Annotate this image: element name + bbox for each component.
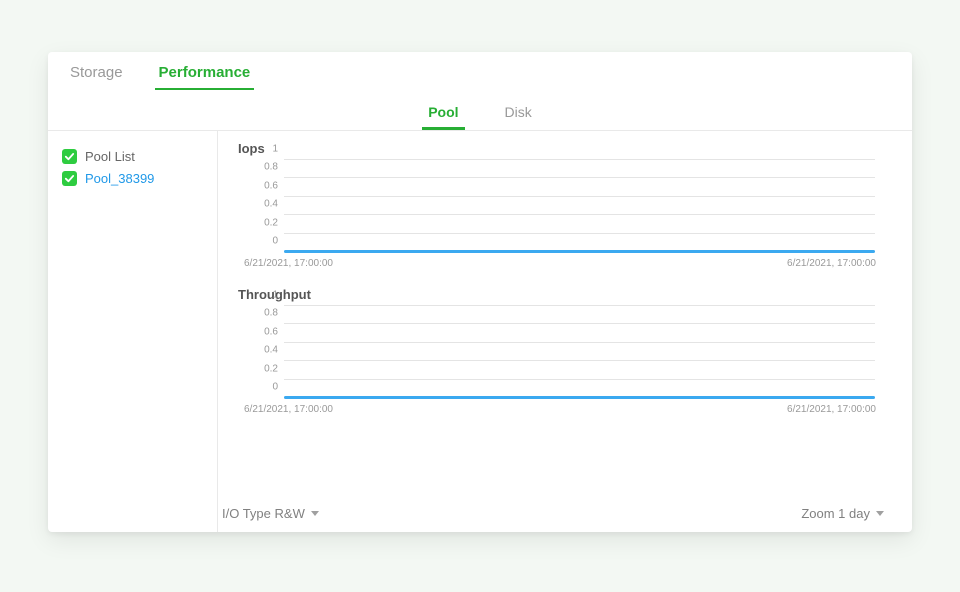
chart-grid: 0 0.2 0.4 0.6 0.8 1: [284, 306, 876, 398]
xaxis-end: 6/21/2021, 17:00:00: [787, 258, 876, 269]
subtab-label: Disk: [505, 104, 532, 120]
xaxis-start: 6/21/2021, 17:00:00: [244, 404, 333, 415]
ytick: 0.8: [254, 162, 278, 173]
content: Iops 0 0.2 0.4 0.6 0.8 1: [218, 131, 912, 532]
subtab-pool[interactable]: Pool: [422, 96, 464, 130]
ytick: 1: [254, 290, 278, 301]
sidebar-item-pool-list[interactable]: Pool List: [62, 145, 207, 167]
iotype-dropdown[interactable]: I/O Type R&W: [222, 506, 319, 521]
chart-plot: 0 0.2 0.4 0.6 0.8 1: [284, 160, 876, 252]
checkbox-icon[interactable]: [62, 171, 77, 186]
ytick: 0.8: [254, 308, 278, 319]
chevron-down-icon: [876, 511, 884, 516]
app-card: Storage Performance Pool Disk Pool List: [48, 52, 912, 532]
chart-grid: 0 0.2 0.4 0.6 0.8 1: [284, 160, 876, 252]
subtab-disk[interactable]: Disk: [499, 96, 538, 130]
body: Pool List Pool_38399 Iops: [48, 131, 912, 532]
tab-label: Storage: [70, 64, 123, 81]
chart-title: Throughput: [238, 287, 892, 302]
ytick: 1: [254, 144, 278, 155]
chart-iops: Iops 0 0.2 0.4 0.6 0.8 1: [238, 141, 892, 269]
chart-throughput: Throughput 0 0.2 0.4 0.6 0.8 1: [238, 287, 892, 415]
ytick: 0.6: [254, 326, 278, 337]
sub-tabs: Pool Disk: [48, 90, 912, 131]
dropdown-label: Zoom 1 day: [801, 506, 870, 521]
chart-xaxis: 6/21/2021, 17:00:00 6/21/2021, 17:00:00: [244, 404, 876, 415]
chart-series-line: [284, 250, 875, 253]
sidebar-item-label: Pool_38399: [85, 171, 154, 186]
sidebar: Pool List Pool_38399: [48, 131, 218, 532]
ytick: 0: [254, 382, 278, 393]
ytick: 0.4: [254, 199, 278, 210]
ytick: 0.4: [254, 345, 278, 356]
subtab-label: Pool: [428, 104, 458, 120]
chart-series-line: [284, 396, 875, 399]
xaxis-start: 6/21/2021, 17:00:00: [244, 258, 333, 269]
tab-performance[interactable]: Performance: [155, 56, 255, 90]
tab-storage[interactable]: Storage: [66, 56, 127, 90]
chart-xaxis: 6/21/2021, 17:00:00 6/21/2021, 17:00:00: [244, 258, 876, 269]
chart-plot: 0 0.2 0.4 0.6 0.8 1: [284, 306, 876, 398]
chevron-down-icon: [311, 511, 319, 516]
sidebar-item-pool-38399[interactable]: Pool_38399: [62, 167, 207, 189]
sidebar-item-label: Pool List: [85, 149, 135, 164]
ytick: 0.2: [254, 363, 278, 374]
content-footer: I/O Type R&W Zoom 1 day: [218, 506, 912, 521]
ytick: 0.2: [254, 217, 278, 228]
zoom-dropdown[interactable]: Zoom 1 day: [801, 506, 884, 521]
chart-title: Iops: [238, 141, 892, 156]
dropdown-label: I/O Type R&W: [222, 506, 305, 521]
xaxis-end: 6/21/2021, 17:00:00: [787, 404, 876, 415]
ytick: 0: [254, 236, 278, 247]
ytick: 0.6: [254, 180, 278, 191]
checkbox-icon[interactable]: [62, 149, 77, 164]
main-tabs: Storage Performance: [48, 52, 912, 90]
tab-label: Performance: [159, 64, 251, 81]
